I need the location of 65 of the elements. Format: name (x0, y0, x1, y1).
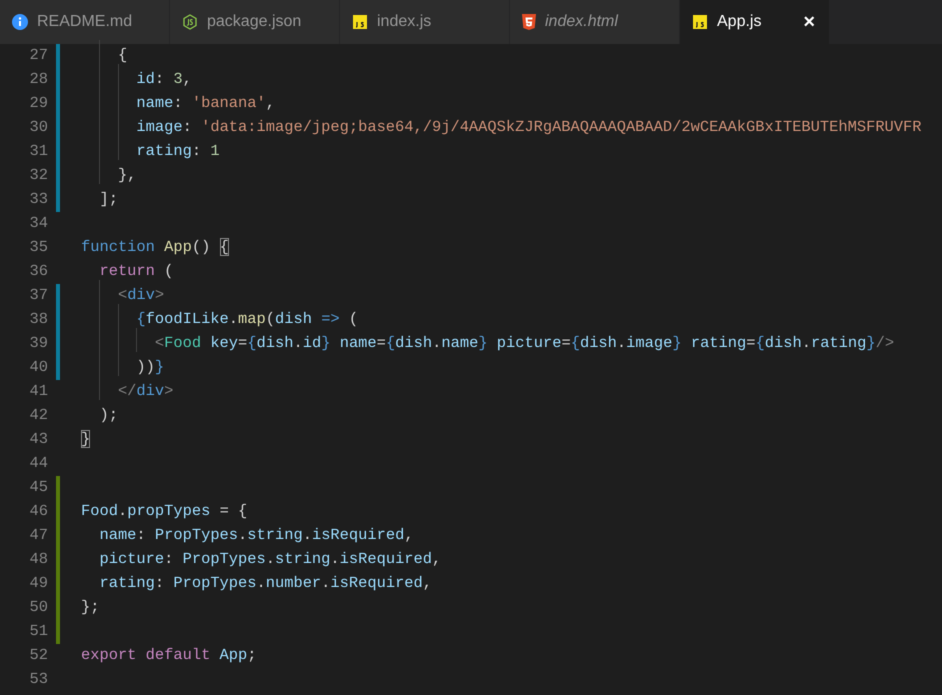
code-line: return ( (98, 262, 174, 280)
html-shield-icon (522, 14, 536, 30)
file-tab[interactable]: App.js × (680, 0, 830, 44)
tab-label: README.md (37, 12, 132, 32)
file-tab[interactable]: package.json (170, 0, 340, 44)
tab-label: App.js (717, 12, 762, 32)
line-number: 31 (28, 141, 48, 162)
line-number: 33 (28, 189, 48, 210)
close-icon[interactable]: × (803, 12, 815, 32)
code-line: ))} (135, 358, 164, 376)
line-number: 51 (28, 621, 48, 642)
code-line: rating: 1 (135, 142, 220, 160)
code-line: function App() { (81, 238, 229, 256)
code-line: ]; (98, 190, 118, 208)
line-number: 42 (28, 405, 48, 426)
hexagon-icon (182, 14, 198, 30)
line-number: 35 (28, 237, 48, 258)
code-line: name: PropTypes.string.isRequired, (98, 526, 414, 544)
line-number: 46 (28, 501, 48, 522)
line-number: 52 (28, 645, 48, 666)
info-icon (12, 14, 28, 30)
code-line: Food.propTypes = { (81, 502, 248, 520)
code-line: }, (116, 166, 136, 184)
line-number: 47 (28, 525, 48, 546)
file-tab[interactable]: index.html (510, 0, 680, 44)
line-number: 45 (28, 477, 48, 498)
line-number: 34 (28, 213, 48, 234)
js-file-icon (692, 14, 708, 30)
code-line: {foodILike.map(dish => ( (135, 310, 358, 328)
code-line: image: 'data:image/jpeg;base64,/9j/4AAQSkZJRgABAQAAAQABAAD/2wCEAAkGBxITEBUTEhMSFRUVFR (135, 118, 922, 136)
line-number: 43 (28, 429, 48, 450)
line-number: 37 (28, 285, 48, 306)
line-number: 38 (28, 309, 48, 330)
code-line: ); (98, 406, 118, 424)
code-line: { (116, 46, 128, 64)
line-number: 28 (28, 69, 48, 90)
code-line: <Food key={dish.id} name={dish.name} picture={dish.image} rating={dish.rating}/> (154, 334, 894, 352)
code-line: name: 'banana', (135, 94, 275, 112)
code-line: }; (81, 598, 100, 616)
code-line: </div> (116, 382, 174, 400)
line-number: 50 (28, 597, 48, 618)
line-number: 39 (28, 333, 48, 354)
line-number: 44 (28, 453, 48, 474)
line-number: 29 (28, 93, 48, 114)
tab-label: index.js (377, 12, 432, 32)
tab-label: package.json (207, 12, 302, 32)
code-line: <div> (116, 286, 164, 304)
line-number: 32 (28, 165, 48, 186)
code-line: rating: PropTypes.number.isRequired, (98, 574, 432, 592)
line-number: 30 (28, 117, 48, 138)
tab-label: index.html (545, 12, 618, 32)
line-number: 27 (28, 45, 48, 66)
file-tab[interactable]: README.md (0, 0, 170, 44)
line-number: 36 (28, 261, 48, 282)
line-number: 48 (28, 549, 48, 570)
code-line: export default App; (81, 646, 257, 664)
line-number: 40 (28, 357, 48, 378)
code-line: } (81, 430, 90, 448)
line-number: 41 (28, 381, 48, 402)
line-number: 53 (28, 669, 48, 690)
code-line: picture: PropTypes.string.isRequired, (98, 550, 442, 568)
line-number: 49 (28, 573, 48, 594)
js-file-icon (352, 14, 368, 30)
code-line: id: 3, (135, 70, 192, 88)
file-tab[interactable]: index.js (340, 0, 510, 44)
